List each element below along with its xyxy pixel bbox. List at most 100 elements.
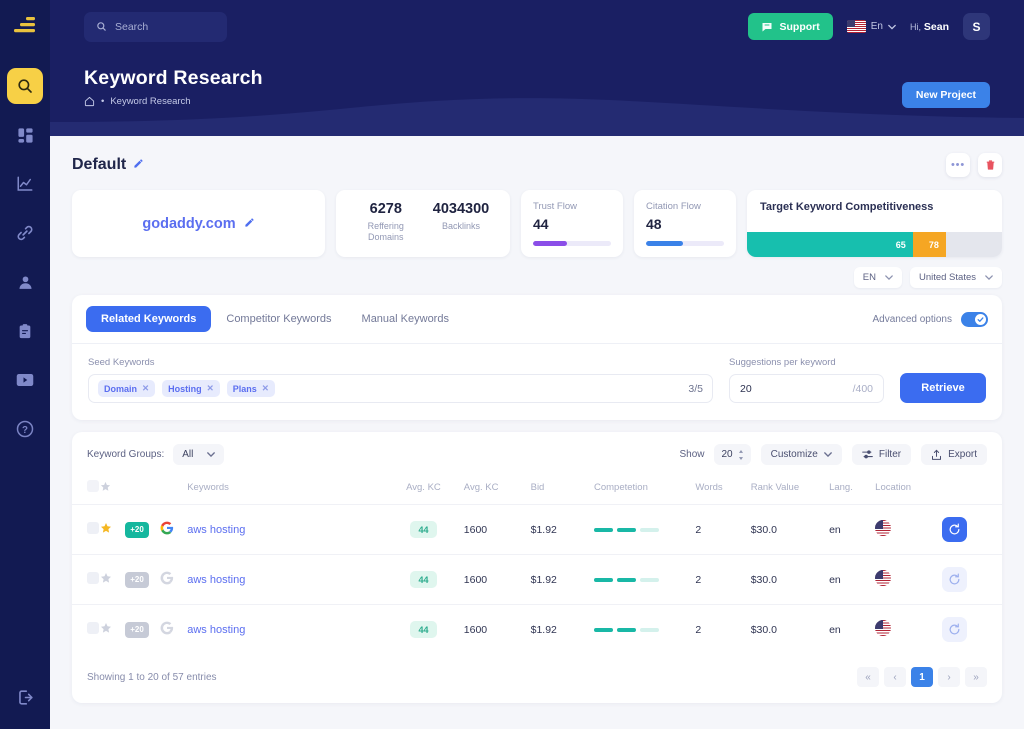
cell-select[interactable] (72, 554, 100, 605)
seed-keywords-group: Seed Keywords Domain ✕ Hosting ✕ Plans ✕ (88, 357, 713, 403)
th-location[interactable]: Location (875, 474, 942, 505)
page-header: Keyword Research • Keyword Research New … (50, 53, 1024, 136)
pagination-current-page[interactable]: 1 (911, 667, 933, 687)
th-avg-kc-2[interactable]: Avg. KC (464, 474, 531, 505)
sidebar-item-logout[interactable] (0, 688, 50, 707)
tab-manual-keywords[interactable]: Manual Keywords (347, 306, 464, 332)
tab-related-keywords[interactable]: Related Keywords (86, 306, 212, 332)
new-project-button[interactable]: New Project (901, 82, 990, 108)
google-g-icon (160, 521, 173, 535)
th-rank-value[interactable]: Rank Value (751, 474, 829, 505)
customize-button[interactable]: Customize (760, 444, 842, 465)
cell-engine (159, 504, 188, 555)
th-competition[interactable]: Competetion (594, 474, 695, 505)
cell-star[interactable] (99, 604, 125, 654)
table-controls-right: Show 20 Customize Filter Export (679, 444, 987, 465)
select-all-checkbox[interactable] (87, 480, 99, 492)
filter-button[interactable]: Filter (851, 444, 912, 465)
language-select[interactable]: EN (853, 267, 902, 288)
remove-chip-icon[interactable]: ✕ (207, 383, 214, 394)
pencil-icon (134, 159, 143, 168)
retrieve-button[interactable]: Retrieve (900, 373, 986, 403)
sidebar-item-account[interactable] (7, 264, 43, 300)
cell-keyword[interactable]: aws hosting (187, 554, 384, 605)
global-search[interactable]: Search (84, 11, 227, 42)
project-name: Default (72, 156, 127, 173)
pagination-button[interactable]: » (965, 667, 987, 687)
language-selector[interactable]: En (846, 20, 896, 33)
sidebar-item-help[interactable]: ? (7, 411, 43, 447)
remove-chip-icon[interactable]: ✕ (262, 383, 269, 394)
row-checkbox[interactable] (87, 622, 99, 634)
sidebar-item-backlinks[interactable] (7, 215, 43, 251)
sidebar-item-tutorials[interactable] (7, 362, 43, 398)
th-words[interactable]: Words (695, 474, 750, 505)
pagination-button[interactable]: › (938, 667, 960, 687)
th-select-all[interactable] (72, 474, 100, 505)
sidebar-item-dashboard[interactable] (7, 117, 43, 153)
cell-select[interactable] (72, 604, 100, 654)
seed-keywords-input[interactable]: Domain ✕ Hosting ✕ Plans ✕ 3/5 (88, 374, 713, 403)
support-chat-icon (762, 22, 772, 31)
cell-keyword[interactable]: aws hosting (187, 604, 384, 654)
refresh-row-button[interactable] (941, 617, 967, 642)
refresh-icon (949, 623, 960, 635)
seed-chip[interactable]: Plans ✕ (226, 380, 275, 397)
row-checkbox[interactable] (87, 522, 99, 534)
cell-actions[interactable] (941, 504, 1002, 555)
cell-star[interactable] (99, 504, 125, 555)
support-button[interactable]: Support (748, 13, 833, 40)
project-more-button[interactable]: ••• (946, 153, 970, 177)
refresh-row-button[interactable] (941, 517, 967, 542)
seed-chip[interactable]: Domain ✕ (98, 380, 156, 397)
table-row[interactable]: +20 aws hosting 44 1600 $1.92 2 $30.0 en (72, 504, 1002, 555)
project-delete-button[interactable] (978, 153, 1002, 177)
app-logo[interactable] (0, 0, 50, 52)
pagination-button[interactable]: « (857, 667, 879, 687)
th-keywords[interactable]: Keywords (187, 474, 383, 505)
keyword-groups-select[interactable]: All (173, 444, 225, 465)
suggestions-max: /400 (852, 382, 873, 395)
advanced-options-toggle[interactable] (961, 311, 988, 327)
row-checkbox[interactable] (87, 572, 99, 584)
sidebar-item-search[interactable] (7, 68, 43, 104)
export-button[interactable]: Export (921, 444, 987, 465)
referring-domains-label: Reffering Domains (367, 221, 404, 243)
cell-lang: en (829, 554, 876, 605)
cell-actions[interactable] (941, 604, 1002, 654)
seed-chip[interactable]: Hosting ✕ (162, 380, 220, 397)
keyword-link[interactable]: aws hosting (187, 574, 245, 586)
check-icon (977, 316, 984, 322)
star-icon (100, 623, 111, 633)
cell-select[interactable] (72, 504, 100, 555)
edit-project-icon[interactable] (133, 156, 144, 174)
th-bid[interactable]: Bid (531, 474, 594, 505)
export-label: Export (948, 449, 977, 460)
pagination-button[interactable]: ‹ (884, 667, 906, 687)
show-stepper[interactable]: 20 (714, 444, 751, 465)
keyword-groups-value: All (182, 449, 194, 460)
page-title: Keyword Research (84, 67, 263, 89)
remove-chip-icon[interactable]: ✕ (142, 383, 149, 394)
sidebar-item-analytics[interactable] (7, 166, 43, 202)
th-lang[interactable]: Lang. (829, 474, 875, 505)
keyword-link[interactable]: aws hosting (187, 624, 245, 636)
table-row[interactable]: +20 aws hosting 44 1600 $1.92 2 $30.0 en (72, 604, 1002, 654)
suggestions-input[interactable]: 20 /400 (729, 374, 884, 403)
cell-star[interactable] (99, 554, 125, 605)
domain-value[interactable]: godaddy.com (142, 216, 235, 232)
edit-domain-icon[interactable] (244, 215, 255, 233)
cell-keyword[interactable]: aws hosting (187, 504, 384, 555)
avatar[interactable]: S (963, 13, 990, 40)
country-select[interactable]: United States (909, 267, 1002, 288)
keyword-link[interactable]: aws hosting (187, 524, 245, 536)
th-avg-kc[interactable]: Avg. KC (383, 474, 464, 505)
greeting-name: Sean (923, 20, 949, 33)
tab-competitor-keywords[interactable]: Competitor Keywords (211, 306, 346, 332)
seed-chip-label: Plans (232, 383, 257, 394)
chevron-down-icon (885, 275, 893, 280)
sidebar-item-reports[interactable] (7, 313, 43, 349)
refresh-row-button[interactable] (941, 567, 967, 592)
cell-actions[interactable] (941, 554, 1002, 605)
table-row[interactable]: +20 aws hosting 44 1600 $1.92 2 $30.0 en (72, 554, 1002, 605)
